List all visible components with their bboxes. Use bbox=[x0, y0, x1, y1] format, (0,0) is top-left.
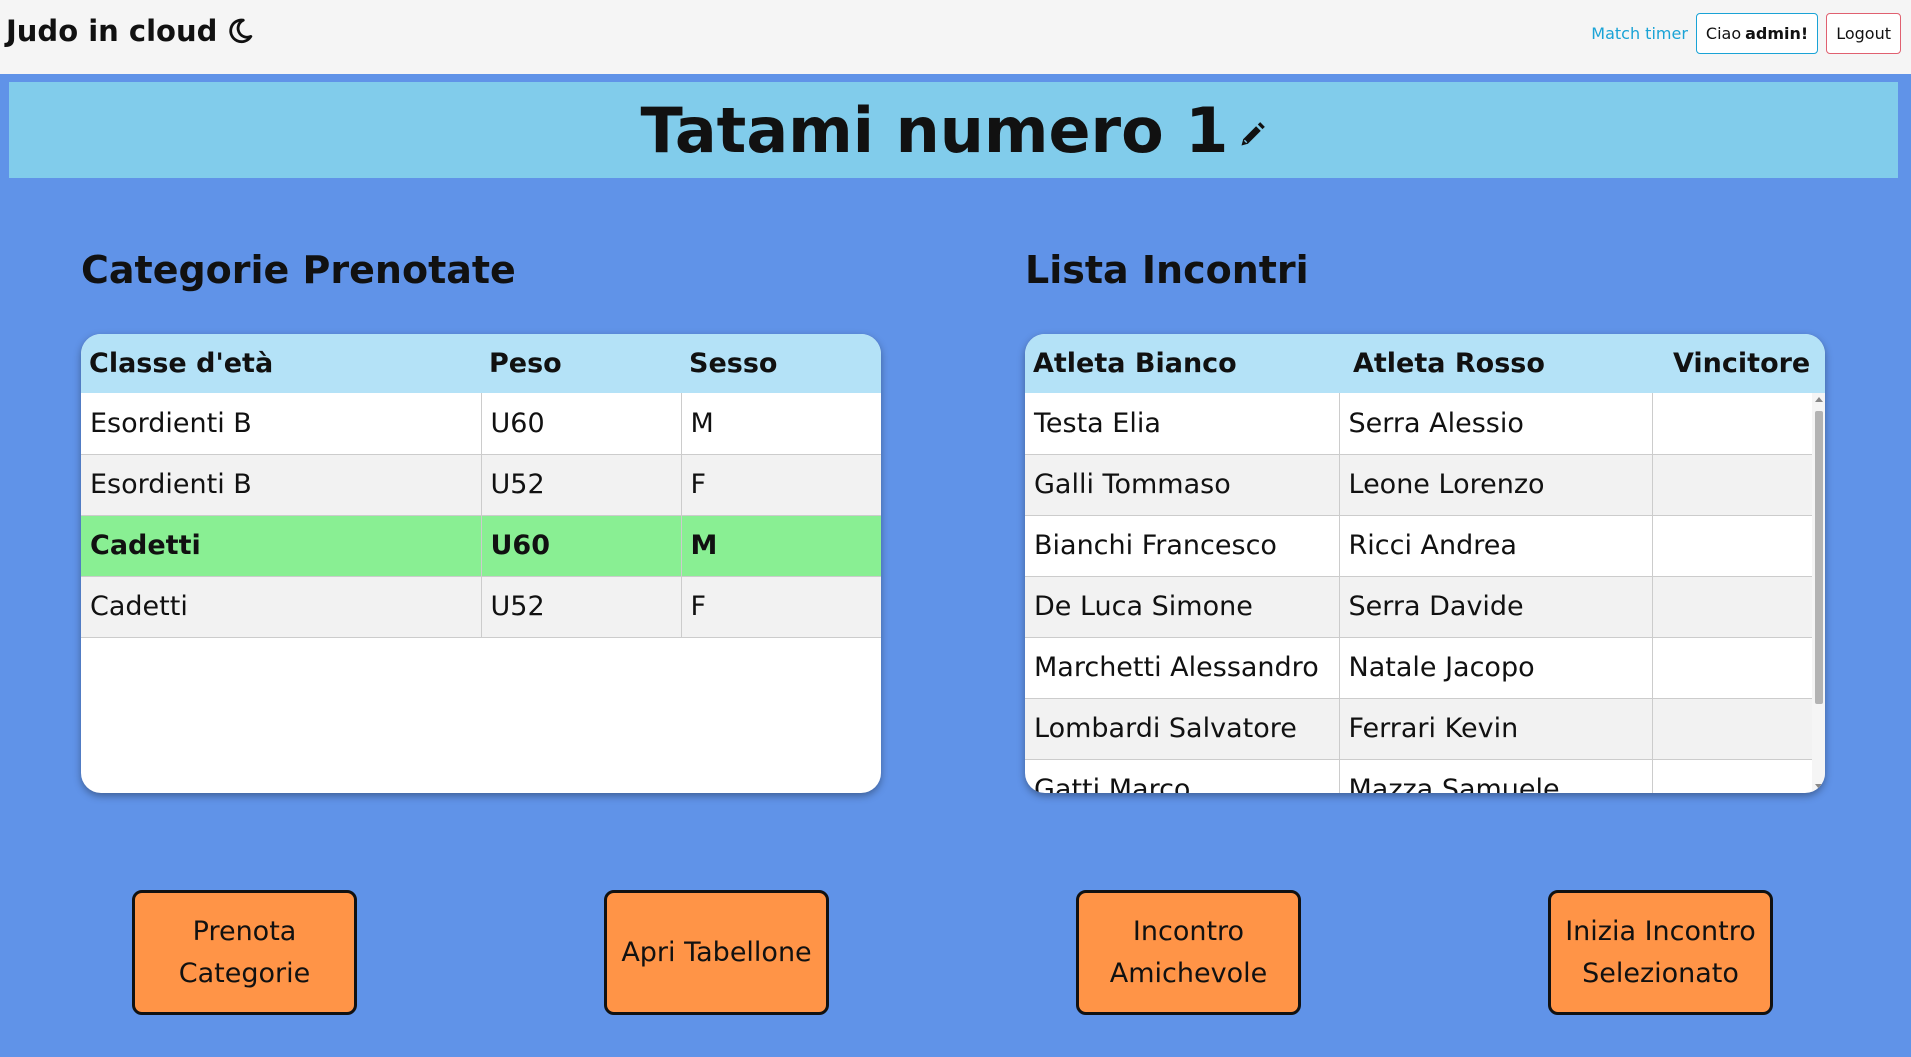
navbar: Judo in cloud Match timer Ciao admin! Lo… bbox=[0, 0, 1911, 74]
match-row[interactable]: Marchetti Alessandro Natale Jacopo bbox=[1025, 637, 1812, 699]
category-row[interactable]: Esordienti B U60 M bbox=[81, 393, 881, 455]
weight-cell: U60 bbox=[481, 393, 682, 455]
red-athlete-cell: Natale Jacopo bbox=[1339, 637, 1653, 699]
categories-card: Classe d'età Peso Sesso Esordienti B U60… bbox=[81, 334, 881, 793]
age-class-cell: Esordienti B bbox=[81, 393, 482, 455]
column-header-sex[interactable]: Sesso bbox=[681, 334, 881, 393]
white-athlete-cell: Lombardi Salvatore bbox=[1025, 698, 1340, 760]
red-athlete-cell: Leone Lorenzo bbox=[1339, 454, 1653, 516]
scroll-up-arrow-icon[interactable] bbox=[1815, 397, 1823, 402]
sex-cell: F bbox=[681, 454, 881, 516]
user-button[interactable]: Ciao admin! bbox=[1695, 13, 1819, 54]
white-athlete-cell: Gatti Marco bbox=[1025, 759, 1340, 793]
username: admin! bbox=[1745, 24, 1809, 43]
white-athlete-cell: Galli Tommaso bbox=[1025, 454, 1340, 516]
column-header-red-athlete[interactable]: Atleta Rosso bbox=[1345, 334, 1665, 393]
winner-cell bbox=[1652, 454, 1812, 516]
match-timer-link[interactable]: Match timer bbox=[1591, 24, 1688, 43]
pencil-icon[interactable] bbox=[1238, 121, 1266, 149]
weight-cell: U60 bbox=[481, 515, 682, 577]
categories-table: Classe d'età Peso Sesso Esordienti B U60… bbox=[81, 334, 881, 638]
nav-actions: Match timer Ciao admin! Logout bbox=[1591, 13, 1901, 54]
white-athlete-cell: Marchetti Alessandro bbox=[1025, 637, 1340, 699]
match-row[interactable]: Gatti Marco Mazza Samuele bbox=[1025, 759, 1812, 793]
column-header-winner[interactable]: Vincitore bbox=[1665, 334, 1825, 393]
winner-cell bbox=[1652, 698, 1812, 760]
logout-button[interactable]: Logout bbox=[1826, 13, 1901, 54]
category-row-selected[interactable]: Cadetti U60 M bbox=[81, 515, 881, 577]
match-row[interactable]: Testa Elia Serra Alessio bbox=[1025, 393, 1812, 455]
sex-cell: M bbox=[681, 393, 881, 455]
white-athlete-cell: Testa Elia bbox=[1025, 393, 1340, 455]
red-athlete-cell: Serra Davide bbox=[1339, 576, 1653, 638]
open-board-button[interactable]: Apri Tabellone bbox=[604, 890, 829, 1015]
winner-cell bbox=[1652, 515, 1812, 577]
scroll-down-arrow-icon[interactable] bbox=[1815, 784, 1823, 789]
friendly-match-button[interactable]: Incontro Amichevole bbox=[1076, 890, 1301, 1015]
category-row[interactable]: Cadetti U52 F bbox=[81, 576, 881, 638]
book-categories-button[interactable]: Prenota Categorie bbox=[132, 890, 357, 1015]
age-class-cell: Cadetti bbox=[81, 515, 482, 577]
white-athlete-cell: Bianchi Francesco bbox=[1025, 515, 1340, 577]
red-athlete-cell: Ricci Andrea bbox=[1339, 515, 1653, 577]
column-header-age-class[interactable]: Classe d'età bbox=[81, 334, 481, 393]
matches-header-table: Atleta Bianco Atleta Rosso Vincitore bbox=[1025, 334, 1825, 393]
sex-cell: M bbox=[681, 515, 881, 577]
match-row[interactable]: Bianchi Francesco Ricci Andrea bbox=[1025, 515, 1812, 577]
categories-header-row: Classe d'età Peso Sesso bbox=[81, 334, 881, 393]
category-row[interactable]: Esordienti B U52 F bbox=[81, 454, 881, 516]
matches-scroll-area[interactable]: Testa Elia Serra Alessio Galli Tommaso L… bbox=[1025, 393, 1812, 793]
scrollbar-thumb[interactable] bbox=[1815, 411, 1823, 704]
column-header-white-athlete[interactable]: Atleta Bianco bbox=[1025, 334, 1345, 393]
start-selected-match-button[interactable]: Inizia Incontro Selezionato bbox=[1548, 890, 1773, 1015]
tatami-header: Tatami numero 1 bbox=[9, 82, 1898, 178]
matches-scrollbar[interactable] bbox=[1812, 393, 1825, 793]
match-row[interactable]: Lombardi Salvatore Ferrari Kevin bbox=[1025, 698, 1812, 760]
white-athlete-cell: De Luca Simone bbox=[1025, 576, 1340, 638]
winner-cell bbox=[1652, 759, 1812, 793]
moon-icon[interactable] bbox=[227, 18, 253, 44]
winner-cell bbox=[1652, 576, 1812, 638]
matches-header-row: Atleta Bianco Atleta Rosso Vincitore bbox=[1025, 334, 1825, 393]
winner-cell bbox=[1652, 393, 1812, 455]
matches-title: Lista Incontri bbox=[1025, 248, 1309, 292]
age-class-cell: Esordienti B bbox=[81, 454, 482, 516]
age-class-cell: Cadetti bbox=[81, 576, 482, 638]
greeting-text: Ciao bbox=[1705, 24, 1742, 43]
categories-title: Categorie Prenotate bbox=[81, 248, 516, 292]
winner-cell bbox=[1652, 637, 1812, 699]
match-row[interactable]: Galli Tommaso Leone Lorenzo bbox=[1025, 454, 1812, 516]
brand-link[interactable]: Judo in cloud bbox=[6, 14, 253, 48]
sex-cell: F bbox=[681, 576, 881, 638]
matches-table: Testa Elia Serra Alessio Galli Tommaso L… bbox=[1025, 393, 1812, 793]
red-athlete-cell: Serra Alessio bbox=[1339, 393, 1653, 455]
red-athlete-cell: Mazza Samuele bbox=[1339, 759, 1653, 793]
matches-card: Atleta Bianco Atleta Rosso Vincitore Tes… bbox=[1025, 334, 1825, 793]
weight-cell: U52 bbox=[481, 454, 682, 516]
red-athlete-cell: Ferrari Kevin bbox=[1339, 698, 1653, 760]
brand-name: Judo in cloud bbox=[6, 14, 218, 48]
page-title: Tatami numero 1 bbox=[640, 93, 1229, 167]
match-row[interactable]: De Luca Simone Serra Davide bbox=[1025, 576, 1812, 638]
weight-cell: U52 bbox=[481, 576, 682, 638]
column-header-weight[interactable]: Peso bbox=[481, 334, 681, 393]
